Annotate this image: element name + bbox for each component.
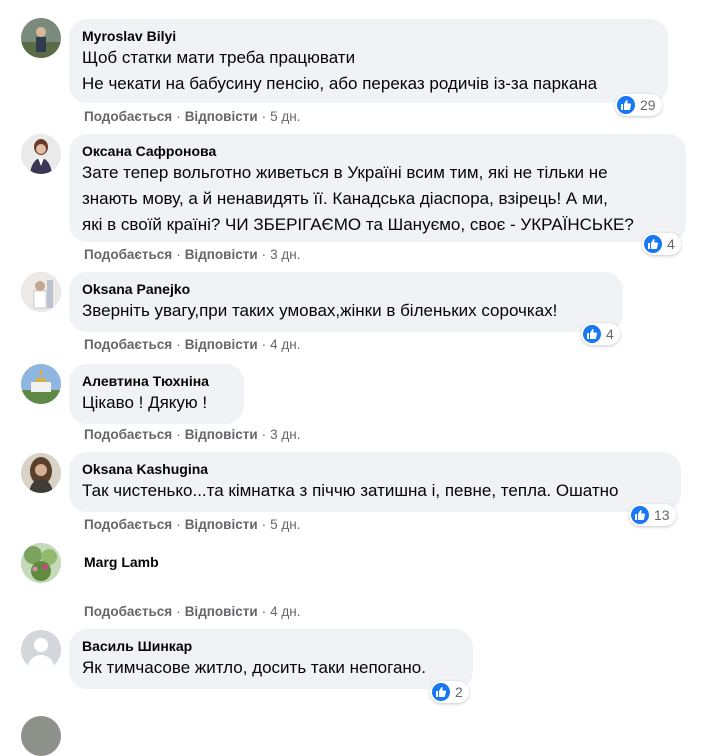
like-button[interactable]: Подобається (84, 247, 172, 262)
thumbs-up-icon (583, 325, 601, 343)
reply-button[interactable]: Відповісти (185, 109, 258, 124)
separator: · (261, 604, 267, 619)
comment-text-line: Зверніть увагу,при таких умовах,жінки в … (82, 301, 558, 320)
reply-button[interactable]: Відповісти (185, 337, 258, 352)
separator: · (176, 427, 181, 442)
comment-actions: Подобається · Відповісти · 3 дн. (84, 426, 300, 444)
reply-button[interactable]: Відповісти (185, 247, 258, 262)
comment-text-line: Цікаво ! Дякую ! (82, 393, 208, 412)
comment-author[interactable]: Oksana Kashugina (82, 460, 669, 478)
reaction-count: 2 (455, 684, 463, 700)
reaction-count-badge[interactable]: 13 (629, 504, 676, 526)
separator: · (176, 604, 181, 619)
avatar[interactable] (21, 364, 61, 404)
avatar[interactable] (21, 453, 61, 493)
comment-author[interactable]: Myroslav Bilyi (82, 27, 656, 45)
separator: · (261, 427, 267, 442)
comment-actions: Подобається · Відповісти · 3 дн. (84, 246, 300, 264)
comment-text-line: Так чистенько...та кімнатка з піччю зати… (82, 481, 619, 500)
reaction-count-badge[interactable]: 4 (581, 323, 620, 345)
reaction-count: 4 (667, 236, 675, 252)
avatar[interactable] (21, 630, 61, 670)
comment-author[interactable]: Oksana Panejko (82, 280, 611, 298)
comment-author[interactable]: Marg Lamb (84, 553, 159, 571)
comment-text-line: Як тимчасове житло, досить таки непогано… (82, 658, 426, 677)
reaction-count-badge[interactable]: 29 (615, 94, 662, 116)
comment-author[interactable]: Оксана Сафронова (82, 142, 674, 160)
reaction-count: 29 (640, 97, 656, 113)
separator: · (176, 109, 181, 124)
reaction-count-badge[interactable]: 4 (642, 233, 681, 255)
separator: · (261, 337, 267, 352)
comment-bubble: Myroslav Bilyi Щоб статки мати треба пра… (69, 19, 668, 103)
avatar[interactable] (21, 716, 61, 756)
separator: · (176, 247, 181, 262)
comment-text-line: Щоб статки мати треба працювати (82, 48, 356, 67)
comment-actions: Подобається · Відповісти · 4 дн. (84, 336, 300, 354)
thumbs-up-icon (631, 506, 649, 524)
comment-timestamp[interactable]: 3 дн. (270, 247, 300, 262)
like-button[interactable]: Подобається (84, 109, 172, 124)
avatar[interactable] (21, 543, 61, 583)
reply-button[interactable]: Відповісти (185, 517, 258, 532)
thumbs-up-icon (644, 235, 662, 253)
comment-text-line: знають мову, а й ненавидять її. Канадськ… (82, 189, 608, 208)
comment-text-line: Не чекати на бабусину пенсію, або перека… (82, 74, 598, 93)
separator: · (261, 247, 267, 262)
reaction-count: 4 (606, 326, 614, 342)
comment-bubble: Оксана Сафронова Зате тепер вольготно жи… (69, 134, 686, 242)
comment-actions: Подобається · Відповісти · 5 дн. (84, 108, 300, 126)
comment-actions: Подобається · Відповісти · 4 дн. (84, 603, 300, 621)
comment-timestamp[interactable]: 5 дн. (270, 517, 300, 532)
reaction-count-badge[interactable]: 2 (430, 681, 469, 703)
like-button[interactable]: Подобається (84, 337, 172, 352)
like-button[interactable]: Подобається (84, 604, 172, 619)
comment-timestamp[interactable]: 4 дн. (270, 604, 300, 619)
comment-bubble: Oksana Kashugina Так чистенько...та кімн… (69, 452, 681, 512)
comment-text-line: Зате тепер вольготно живеться в Україні … (82, 163, 608, 182)
avatar[interactable] (21, 272, 61, 312)
separator: · (261, 109, 267, 124)
comment-timestamp[interactable]: 3 дн. (270, 427, 300, 442)
comment-author[interactable]: Василь Шинкар (82, 637, 461, 655)
reply-button[interactable]: Відповісти (185, 427, 258, 442)
like-button[interactable]: Подобається (84, 427, 172, 442)
like-button[interactable]: Подобається (84, 517, 172, 532)
comment-timestamp[interactable]: 5 дн. (270, 109, 300, 124)
thumbs-up-icon (432, 683, 450, 701)
separator: · (261, 517, 267, 532)
separator: · (176, 337, 181, 352)
thumbs-up-icon (617, 96, 635, 114)
avatar[interactable] (21, 134, 61, 174)
comment-actions: Подобається · Відповісти · 5 дн. (84, 516, 300, 534)
reaction-count: 13 (654, 507, 670, 523)
reply-button[interactable]: Відповісти (185, 604, 258, 619)
comment-bubble: Oksana Panejko Зверніть увагу,при таких … (69, 272, 623, 332)
comment-text-line: які в своїй країні? ЧИ ЗБЕРІГАЄМО та Шан… (82, 215, 634, 234)
comment-bubble: Алевтина Тюхніна Цікаво ! Дякую ! (69, 364, 244, 424)
avatar[interactable] (21, 18, 61, 58)
comment-bubble: Василь Шинкар Як тимчасове житло, досить… (69, 629, 473, 689)
separator: · (176, 517, 181, 532)
comment-author[interactable]: Алевтина Тюхніна (82, 372, 232, 390)
comment-timestamp[interactable]: 4 дн. (270, 337, 300, 352)
